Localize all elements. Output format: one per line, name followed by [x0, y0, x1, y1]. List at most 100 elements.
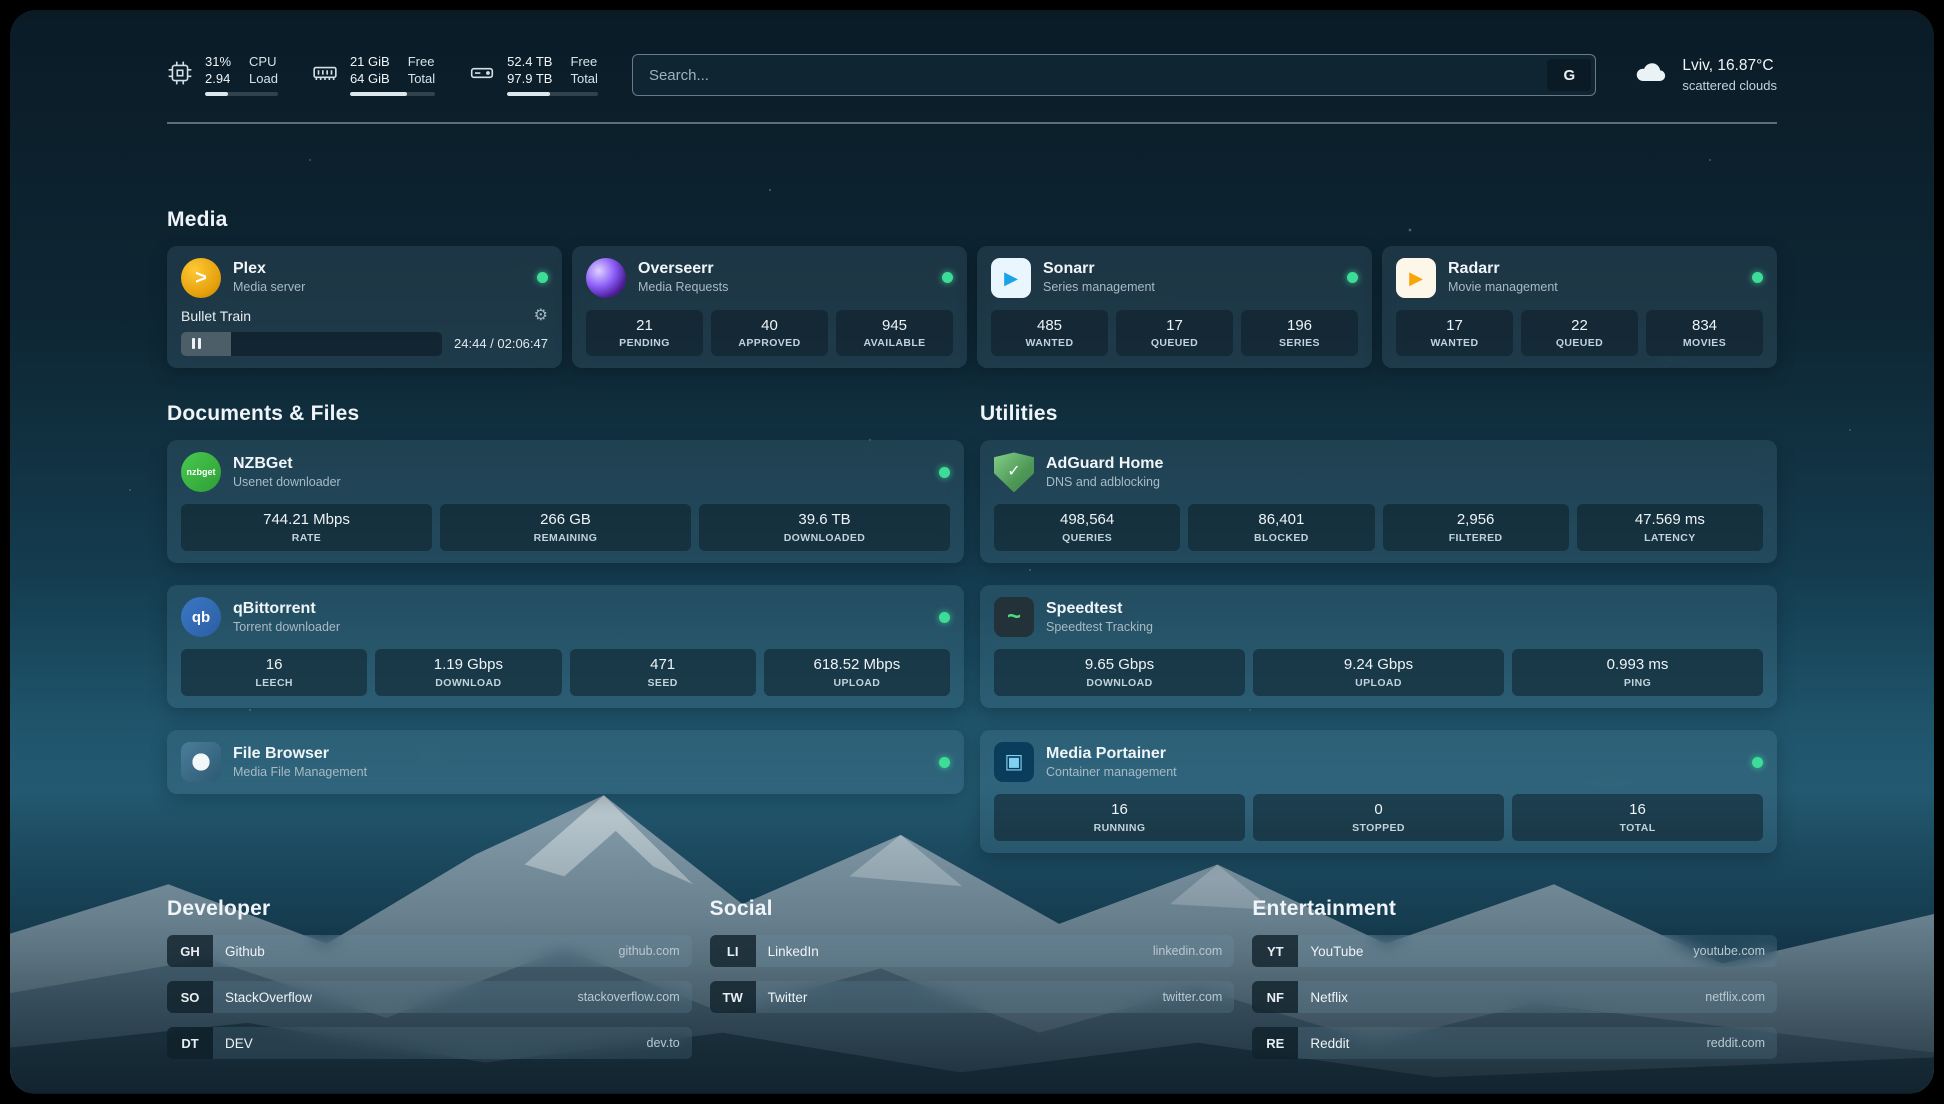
- stat-value: 0: [1257, 800, 1500, 820]
- stat-value: 1.19 Gbps: [379, 655, 557, 675]
- section-utilities: Utilities ✓AdGuard HomeDNS and adblockin…: [980, 402, 1777, 853]
- service-description: Usenet downloader: [233, 474, 927, 490]
- stat-ping: 0.993 msPING: [1512, 649, 1763, 696]
- stat-running: 16RUNNING: [994, 794, 1245, 841]
- stat-movies: 834MOVIES: [1646, 310, 1763, 357]
- stat-seed: 471SEED: [570, 649, 756, 696]
- stat-download: 9.65 GbpsDOWNLOAD: [994, 649, 1245, 696]
- service-card-adguard[interactable]: ✓AdGuard HomeDNS and adblocking498,564QU…: [980, 440, 1777, 563]
- service-card-sonarr[interactable]: ▶SonarrSeries management485WANTED17QUEUE…: [977, 246, 1372, 369]
- stat-label: BLOCKED: [1192, 531, 1370, 546]
- pause-icon[interactable]: [181, 338, 211, 349]
- stat-value: 2,956: [1387, 510, 1565, 530]
- disk-free-value: 52.4 TB: [507, 54, 552, 71]
- settings-gear-icon[interactable]: ⚙: [534, 308, 548, 324]
- stat-label: MOVIES: [1650, 336, 1759, 351]
- search-input[interactable]: [632, 54, 1596, 96]
- stat-label: WANTED: [995, 336, 1104, 351]
- bookmark-abbr: TW: [710, 981, 756, 1013]
- stat-label: RUNNING: [998, 821, 1241, 836]
- service-card-nzbget[interactable]: nzbgetNZBGetUsenet downloader744.21 Mbps…: [167, 440, 964, 563]
- search-provider-button[interactable]: G: [1547, 59, 1591, 91]
- service-name: Media Portainer: [1046, 744, 1740, 764]
- stat-label: UPLOAD: [768, 676, 946, 691]
- bookmark-name: Twitter: [768, 990, 808, 1005]
- stat-leech: 16LEECH: [181, 649, 367, 696]
- section-title-documents-files: Documents & Files: [167, 402, 964, 426]
- memory-usage-bar: [350, 92, 435, 96]
- topbar-divider: [167, 122, 1777, 124]
- service-card-filebrowser[interactable]: File BrowserMedia File Management: [167, 730, 964, 794]
- bookmark-netflix[interactable]: NFNetflixnetflix.com: [1252, 981, 1777, 1013]
- now-playing-widget: Bullet Train⚙24:44 / 02:06:47: [181, 308, 548, 356]
- cpu-chip-icon: [167, 60, 193, 91]
- bookmark-name: Github: [225, 944, 265, 959]
- stat-label: QUEUED: [1120, 336, 1229, 351]
- bookmark-abbr: SO: [167, 981, 213, 1013]
- bookmark-youtube[interactable]: YTYouTubeyoutube.com: [1252, 935, 1777, 967]
- service-card-plex[interactable]: >PlexMedia serverBullet Train⚙24:44 / 02…: [167, 246, 562, 369]
- service-name: Speedtest: [1046, 599, 1763, 619]
- bookmark-url: linkedin.com: [1153, 944, 1222, 958]
- disk-total-label: Total: [570, 71, 597, 88]
- section-developer: Developer GHGithubgithub.comSOStackOverf…: [167, 897, 692, 1059]
- stat-value: 945: [840, 316, 949, 336]
- stat-latency: 47.569 msLATENCY: [1577, 504, 1763, 551]
- cloud-icon: [1630, 57, 1670, 94]
- playback-progress-bar[interactable]: [181, 332, 442, 356]
- bookmark-abbr: NF: [1252, 981, 1298, 1013]
- stat-label: TOTAL: [1516, 821, 1759, 836]
- bookmark-stackoverflow[interactable]: SOStackOverflowstackoverflow.com: [167, 981, 692, 1013]
- service-description: Speedtest Tracking: [1046, 619, 1763, 635]
- status-dot-online: [1752, 757, 1763, 768]
- stat-value: 498,564: [998, 510, 1176, 530]
- service-description: Container management: [1046, 764, 1740, 780]
- stat-label: RATE: [185, 531, 428, 546]
- stat-value: 9.24 Gbps: [1257, 655, 1500, 675]
- stat-download: 1.19 GbpsDOWNLOAD: [375, 649, 561, 696]
- radarr-icon: ▶: [1396, 258, 1436, 298]
- service-card-qbittorrent[interactable]: qbqBittorrentTorrent downloader16LEECH1.…: [167, 585, 964, 708]
- stat-value: 196: [1245, 316, 1354, 336]
- bookmark-abbr: GH: [167, 935, 213, 967]
- bookmark-abbr: LI: [710, 935, 756, 967]
- memory-total-label: Total: [408, 71, 435, 88]
- bookmark-reddit[interactable]: RERedditreddit.com: [1252, 1027, 1777, 1059]
- disk-usage-bar: [507, 92, 598, 96]
- cpu-usage-bar: [205, 92, 278, 96]
- nzbget-icon: nzbget: [181, 452, 221, 492]
- service-card-portainer[interactable]: ▣Media PortainerContainer management16RU…: [980, 730, 1777, 853]
- service-card-speedtest[interactable]: ~SpeedtestSpeedtest Tracking9.65 GbpsDOW…: [980, 585, 1777, 708]
- status-dot-online: [537, 272, 548, 283]
- section-documents-files: Documents & Files nzbgetNZBGetUsenet dow…: [167, 402, 964, 794]
- bookmark-url: reddit.com: [1707, 1036, 1765, 1050]
- cpu-widget: 31% 2.94 CPU Load: [167, 54, 278, 97]
- stat-pending: 21PENDING: [586, 310, 703, 357]
- stat-value: 17: [1400, 316, 1509, 336]
- weather-condition: scattered clouds: [1682, 77, 1777, 95]
- stat-wanted: 485WANTED: [991, 310, 1108, 357]
- service-name: Overseerr: [638, 259, 930, 279]
- memory-free-label: Free: [408, 54, 435, 71]
- stat-label: DOWNLOAD: [998, 676, 1241, 691]
- dashboard: 31% 2.94 CPU Load: [10, 10, 1934, 1094]
- bookmark-twitter[interactable]: TWTwittertwitter.com: [710, 981, 1235, 1013]
- stat-value: 39.6 TB: [703, 510, 946, 530]
- service-card-overseerr[interactable]: OverseerrMedia Requests21PENDING40APPROV…: [572, 246, 967, 369]
- memory-icon: [312, 60, 338, 91]
- stat-value: 16: [998, 800, 1241, 820]
- bookmark-linkedin[interactable]: LILinkedInlinkedin.com: [710, 935, 1235, 967]
- plex-icon: >: [181, 258, 221, 298]
- bookmark-dev[interactable]: DTDEVdev.to: [167, 1027, 692, 1059]
- stat-available: 945AVAILABLE: [836, 310, 953, 357]
- stat-label: DOWNLOAD: [379, 676, 557, 691]
- stat-label: STOPPED: [1257, 821, 1500, 836]
- stat-queries: 498,564QUERIES: [994, 504, 1180, 551]
- filebrowser-icon: [181, 742, 221, 782]
- section-title-utilities: Utilities: [980, 402, 1777, 426]
- service-card-radarr[interactable]: ▶RadarrMovie management17WANTED22QUEUED8…: [1382, 246, 1777, 369]
- service-description: Torrent downloader: [233, 619, 927, 635]
- bookmark-github[interactable]: GHGithubgithub.com: [167, 935, 692, 967]
- stat-label: WANTED: [1400, 336, 1509, 351]
- stat-value: 16: [185, 655, 363, 675]
